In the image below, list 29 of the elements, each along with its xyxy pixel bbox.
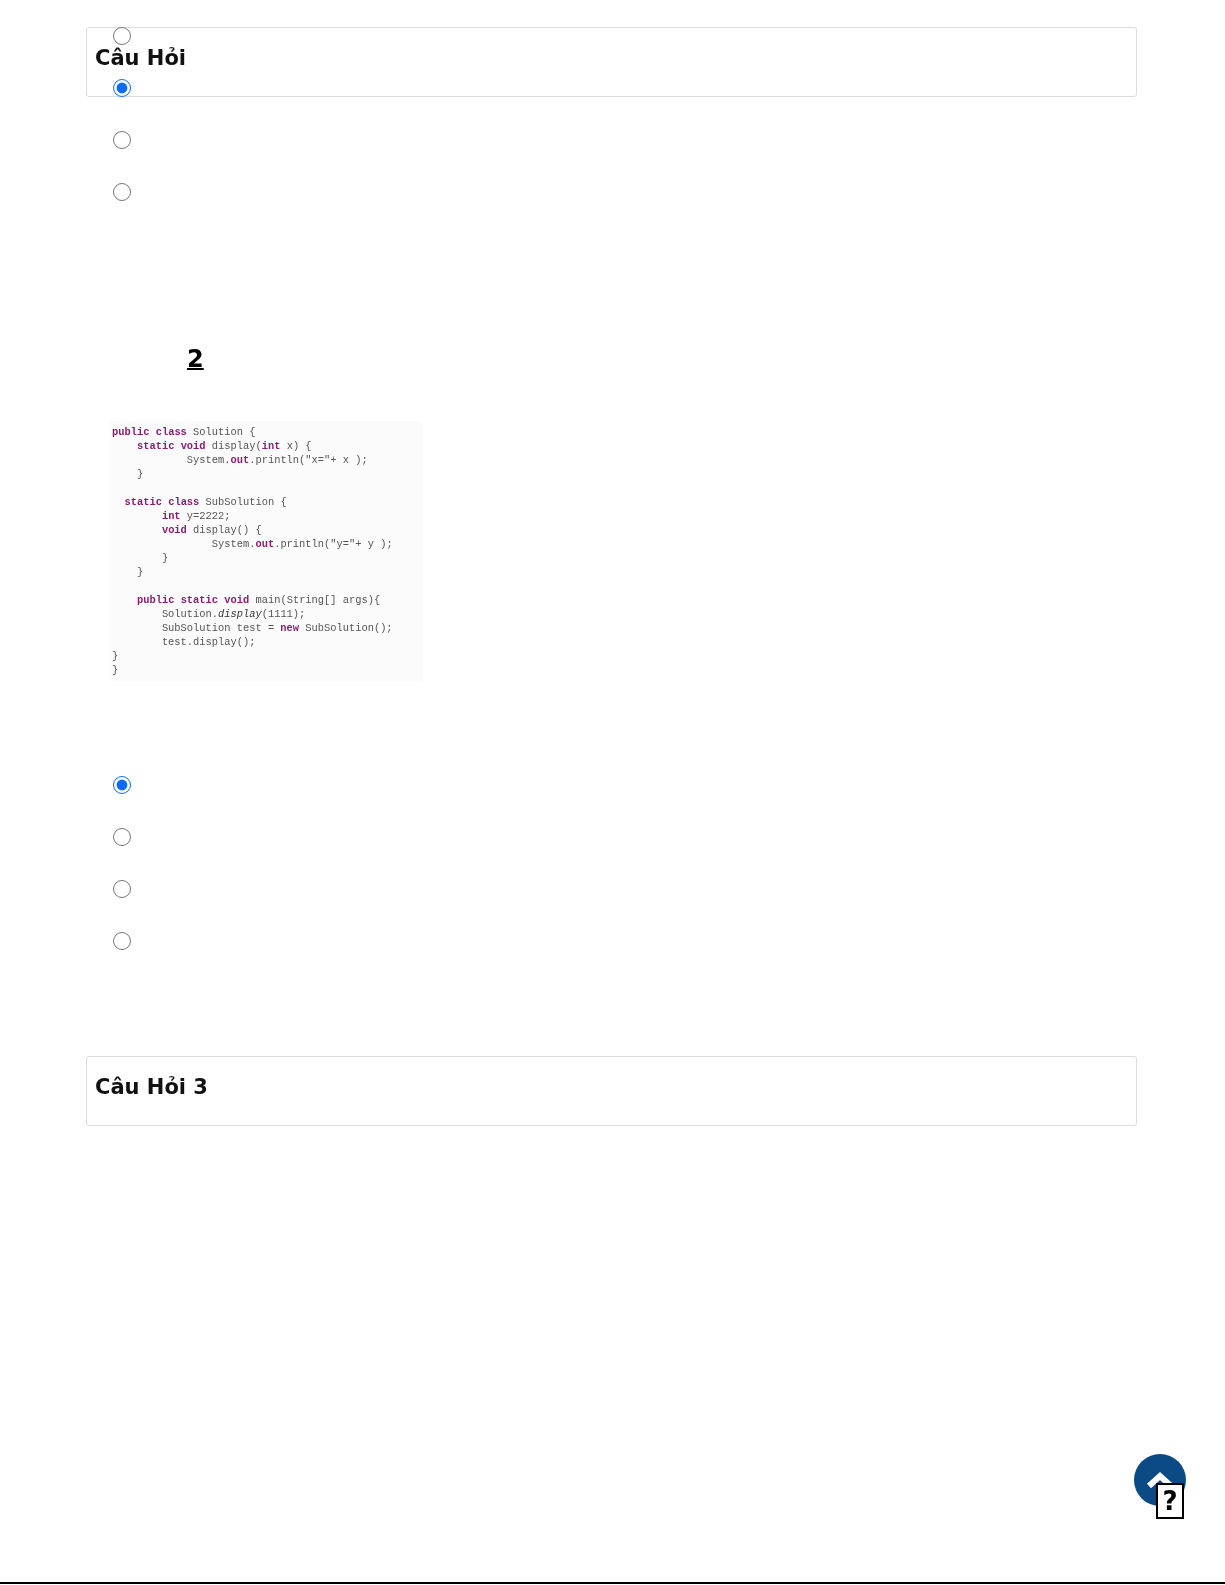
code-line: System.out.println("y="+ y ); (210, 537, 394, 551)
code-line: } (160, 551, 170, 565)
missing-glyph: ? (1156, 1483, 1184, 1519)
code-line: void display() { (160, 523, 263, 537)
code-line: static void display(int x) { (135, 439, 313, 453)
code-line: static class SubSolution { (123, 495, 288, 509)
code-line: public static void main(String[] args){ (135, 593, 382, 607)
radio-button[interactable] (113, 79, 131, 97)
question-number: 2 (187, 345, 204, 373)
code-line: } (135, 565, 145, 579)
radio-button[interactable] (113, 131, 131, 149)
question-title: Câu Hỏi (95, 45, 187, 72)
code-line: SubSolution test = new SubSolution(); (160, 621, 394, 635)
code-line: } (112, 663, 120, 677)
radio-button[interactable] (113, 932, 131, 950)
question-title: Câu Hỏi 3 (95, 1074, 208, 1101)
radio-button[interactable] (113, 27, 131, 45)
radio-button[interactable] (113, 776, 131, 794)
chevron-up-icon (1146, 1471, 1174, 1489)
radio-button[interactable] (113, 880, 131, 898)
code-line: int y=2222; (160, 509, 232, 523)
code-line: Solution.display(1111); (160, 607, 307, 621)
code-line: System.out.println("x="+ x ); (185, 453, 369, 467)
code-line: } (135, 467, 145, 481)
code-line: } (112, 649, 120, 663)
code-line: public class Solution { (112, 425, 257, 439)
code-line: test.display(); (160, 635, 257, 649)
radio-button[interactable] (113, 183, 131, 201)
radio-button[interactable] (113, 828, 131, 846)
